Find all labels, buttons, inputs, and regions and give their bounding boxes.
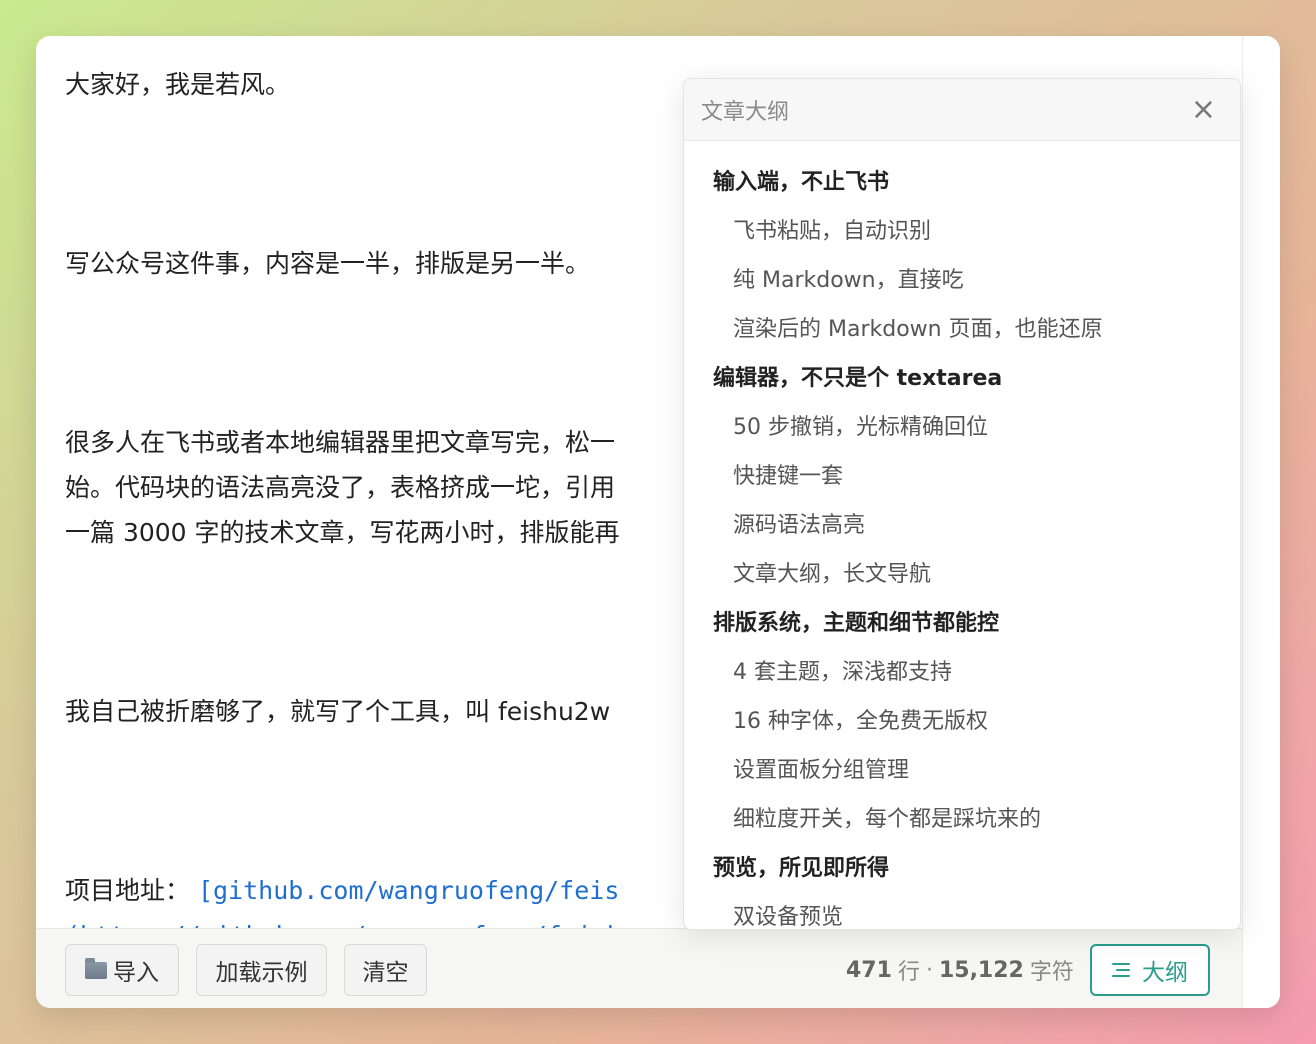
outline-subheading-item[interactable]: 飞书粘贴，自动识别 bbox=[684, 204, 1240, 253]
folder-icon bbox=[85, 957, 107, 979]
outline-heading-item[interactable]: 编辑器，不只是个 textarea bbox=[684, 351, 1240, 400]
stats-separator: · bbox=[925, 957, 933, 983]
outline-list-icon bbox=[1112, 962, 1132, 978]
outline-subheading-item[interactable]: 纯 Markdown，直接吃 bbox=[684, 253, 1240, 302]
scrollbar-track[interactable] bbox=[1242, 36, 1280, 1008]
outline-subheading-item[interactable]: 16 种字体，全免费无版权 bbox=[684, 694, 1240, 743]
import-label: 导入 bbox=[113, 959, 159, 985]
outline-panel-header: 文章大纲 × bbox=[684, 79, 1240, 141]
line-count: 471 bbox=[846, 957, 892, 983]
project-link-text: [github.com/wangruofeng/feis bbox=[197, 876, 620, 905]
outline-button-label: 大纲 bbox=[1142, 959, 1188, 985]
outline-heading-item[interactable]: 排版系统，主题和细节都能控 bbox=[684, 596, 1240, 645]
outline-subheading-item[interactable]: 4 套主题，深浅都支持 bbox=[684, 645, 1240, 694]
char-unit: 字符 bbox=[1029, 960, 1074, 985]
outline-subheading-item[interactable]: 细粒度开关，每个都是踩坑来的 bbox=[684, 792, 1240, 841]
outline-heading-item[interactable]: 输入端，不止飞书 bbox=[684, 155, 1240, 204]
outline-toggle-button[interactable]: 大纲 bbox=[1090, 944, 1210, 996]
app-window: 大家好，我是若风。 写公众号这件事，内容是一半，排版是另一半。 很多人在飞书或者… bbox=[36, 36, 1280, 1008]
line-unit: 行 bbox=[897, 960, 920, 985]
outline-subheading-item[interactable]: 设置面板分组管理 bbox=[684, 743, 1240, 792]
load-example-button[interactable]: 加载示例 bbox=[196, 944, 327, 996]
footer-toolbar: 导入 加载示例 清空 471 行 · 15,122 字符 大纲 bbox=[36, 928, 1242, 1008]
clear-button[interactable]: 清空 bbox=[344, 944, 427, 996]
outline-panel: 文章大纲 × 输入端，不止飞书 飞书粘贴，自动识别纯 Markdown，直接吃 渲染… bbox=[683, 78, 1241, 930]
outline-subheading-item[interactable]: 快捷键一套 bbox=[684, 449, 1240, 498]
import-button[interactable]: 导入 bbox=[65, 944, 179, 996]
close-icon[interactable]: × bbox=[1191, 94, 1216, 125]
outline-subheading-item[interactable]: 双设备预览 bbox=[684, 890, 1240, 930]
project-label: 项目地址： bbox=[65, 876, 198, 905]
outline-subheading-item[interactable]: 源码语法高亮 bbox=[684, 498, 1240, 547]
outline-subheading-item[interactable]: 文章大纲，长文导航 bbox=[684, 547, 1240, 596]
outline-subheading-item[interactable]: 渲染后的 Markdown 页面，也能还原 bbox=[684, 302, 1240, 351]
outline-heading-item[interactable]: 预览，所见即所得 bbox=[684, 841, 1240, 890]
outline-panel-title: 文章大纲 bbox=[701, 99, 790, 125]
outline-subheading-item[interactable]: 50 步撤销，光标精确回位 bbox=[684, 400, 1240, 449]
char-count: 15,122 bbox=[938, 957, 1024, 983]
document-stats: 471 行 · 15,122 字符 bbox=[846, 944, 1074, 996]
outline-list: 输入端，不止飞书 飞书粘贴，自动识别纯 Markdown，直接吃 渲染后的 Mark… bbox=[684, 141, 1240, 930]
